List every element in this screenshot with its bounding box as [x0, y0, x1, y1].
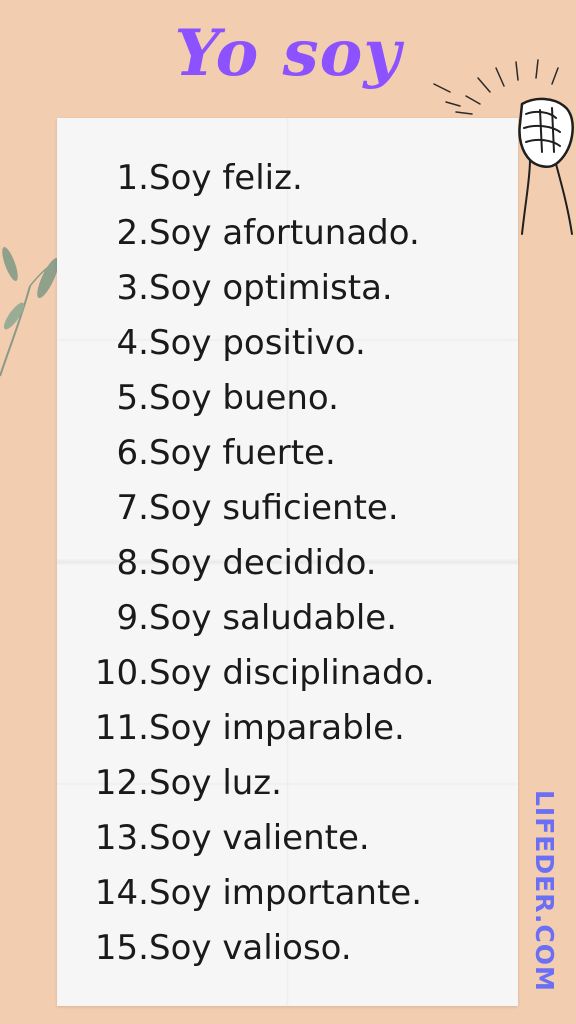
- item-number: 5.: [116, 377, 149, 418]
- item-text: Soy valiente.: [149, 817, 370, 858]
- list-item: 15. Soy valioso.: [57, 920, 518, 975]
- item-number: 1.: [116, 157, 149, 198]
- item-number: 8.: [116, 542, 149, 583]
- item-number: 14.: [94, 872, 149, 913]
- item-text: Soy afortunado.: [149, 212, 420, 253]
- item-text: Soy optimista.: [149, 267, 393, 308]
- list-item: 13. Soy valiente.: [57, 810, 518, 865]
- watermark: LIFEDER.COM: [526, 790, 562, 1000]
- list-item: 14. Soy importante.: [57, 865, 518, 920]
- list-item: 2. Soy afortunado.: [57, 205, 518, 260]
- list-item: 4. Soy positivo.: [57, 315, 518, 370]
- item-number: 13.: [94, 817, 149, 858]
- item-text: Soy importante.: [149, 872, 423, 913]
- list-item: 6. Soy fuerte.: [57, 425, 518, 480]
- item-text: Soy positivo.: [149, 322, 366, 363]
- list-item: 12. Soy luz.: [57, 755, 518, 810]
- item-text: Soy saludable.: [149, 597, 398, 638]
- item-number: 9.: [116, 597, 149, 638]
- item-number: 4.: [116, 322, 149, 363]
- item-text: Soy imparable.: [149, 707, 405, 748]
- list-item: 9. Soy saludable.: [57, 590, 518, 645]
- item-text: Soy disciplinado.: [149, 652, 435, 693]
- list-item: 8. Soy decidido.: [57, 535, 518, 590]
- affirmation-list: 1. Soy feliz. 2. Soy afortunado. 3. Soy optim…: [57, 150, 518, 975]
- item-number: 7.: [116, 487, 149, 528]
- item-text: Soy bueno.: [149, 377, 339, 418]
- watermark-text: LIFEDER.COM: [530, 790, 559, 992]
- item-number: 6.: [116, 432, 149, 473]
- list-item: 10. Soy disciplinado.: [57, 645, 518, 700]
- item-number: 2.: [116, 212, 149, 253]
- item-number: 12.: [94, 762, 149, 803]
- item-text: Soy luz.: [149, 762, 282, 803]
- item-text: Soy suficiente.: [149, 487, 399, 528]
- item-text: Soy fuerte.: [149, 432, 336, 473]
- item-number: 10.: [94, 652, 149, 693]
- list-item: 1. Soy feliz.: [57, 150, 518, 205]
- item-text: Soy feliz.: [149, 157, 303, 198]
- item-number: 3.: [116, 267, 149, 308]
- leaf-branch-icon: [0, 246, 59, 377]
- list-item: 11. Soy imparable.: [57, 700, 518, 755]
- list-item: 3. Soy optimista.: [57, 260, 518, 315]
- item-text: Soy decidido.: [149, 542, 377, 583]
- list-item: 7. Soy suficiente.: [57, 480, 518, 535]
- item-number: 11.: [94, 707, 149, 748]
- item-number: 15.: [94, 927, 149, 968]
- list-item: 5. Soy bueno.: [57, 370, 518, 425]
- item-text: Soy valioso.: [149, 927, 352, 968]
